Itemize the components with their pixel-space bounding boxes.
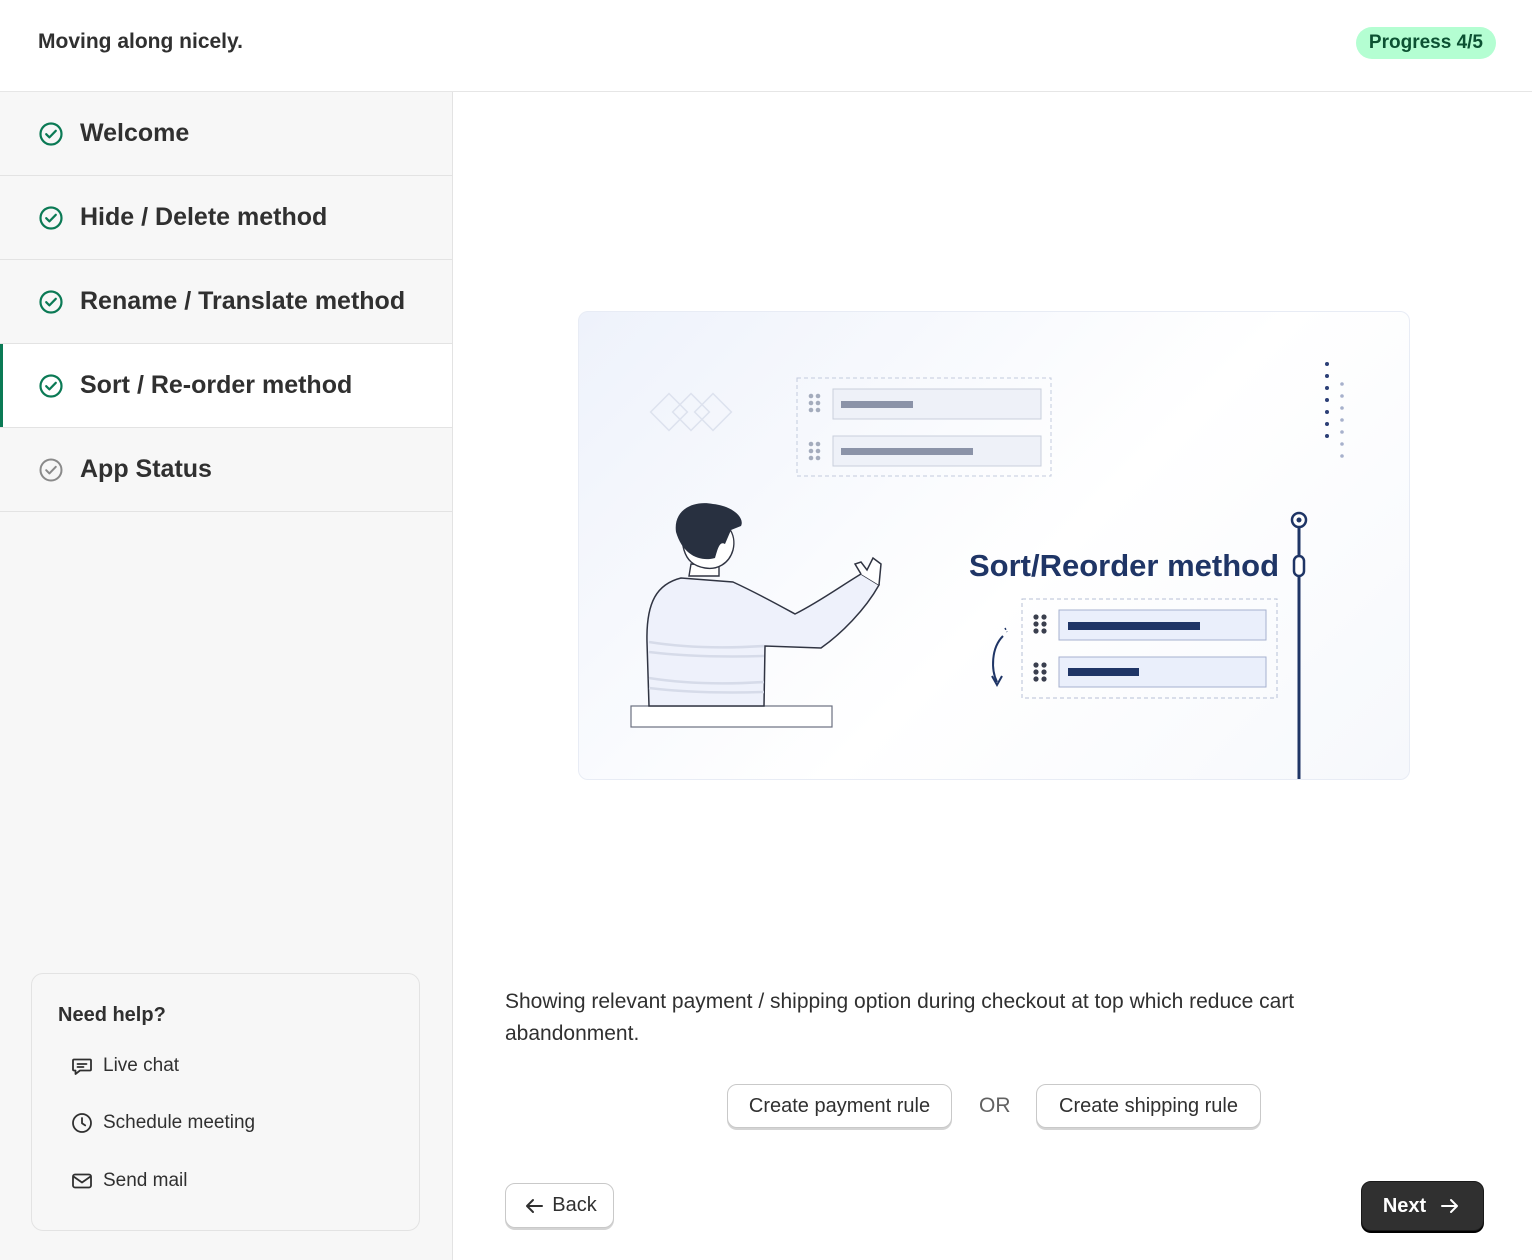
- schedule-meeting-label: Schedule meeting: [103, 1112, 256, 1133]
- sidebar-step-label: Rename / Translate method: [80, 287, 406, 315]
- check-circle-icon: [39, 289, 63, 314]
- step-description: Showing relevant payment / shipping opti…: [505, 990, 1295, 1045]
- illustration-graphic: Sort/Reorder method: [630, 362, 1344, 779]
- progress-badge: Progress 4/5: [1355, 27, 1496, 59]
- clock-icon: [72, 1113, 92, 1133]
- live-chat-link[interactable]: Live chat: [70, 1054, 179, 1078]
- sidebar-step-label: App Status: [80, 455, 212, 483]
- or-separator: OR: [979, 1094, 1011, 1117]
- page-title: Moving along nicely.: [38, 30, 243, 53]
- create-payment-rule-button[interactable]: Create payment rule: [727, 1084, 952, 1128]
- chat-icon: [72, 1058, 92, 1075]
- mail-icon: [72, 1173, 92, 1189]
- next-button[interactable]: Next: [1361, 1181, 1484, 1231]
- sort-reorder-illustration: Sort/Reorder method: [578, 311, 1410, 780]
- create-shipping-rule-button[interactable]: Create shipping rule: [1036, 1084, 1261, 1128]
- sidebar-step-label: Hide / Delete method: [80, 203, 328, 231]
- illustration-heading: Sort/Reorder method: [969, 548, 1279, 583]
- sidebar: Welcome Hide / Delete method Rename / Tr…: [0, 92, 453, 1260]
- back-button[interactable]: Back: [505, 1183, 614, 1228]
- check-circle-icon: [39, 121, 63, 146]
- next-label: Next: [1382, 1194, 1427, 1217]
- sidebar-step-hide-delete[interactable]: Hide / Delete method: [0, 176, 452, 260]
- send-mail-label: Send mail: [103, 1170, 188, 1191]
- sidebar-step-label: Welcome: [80, 119, 190, 147]
- main-content: Sort/Reorder method Showing relevant pay…: [454, 92, 1532, 1260]
- back-label: Back: [552, 1194, 597, 1216]
- sidebar-step-sort-reorder[interactable]: Sort / Re-order method: [0, 344, 452, 428]
- sidebar-step-app-status[interactable]: App Status: [0, 428, 452, 512]
- arrow-left-icon: [526, 1198, 544, 1213]
- arrow-right-icon: [1441, 1199, 1459, 1213]
- top-bar: Moving along nicely. Progress 4/5: [0, 0, 1532, 92]
- help-heading: Need help?: [58, 1004, 166, 1026]
- check-circle-icon: [39, 205, 63, 230]
- sidebar-step-welcome[interactable]: Welcome: [0, 92, 452, 176]
- send-mail-link[interactable]: Send mail: [70, 1169, 188, 1193]
- live-chat-label: Live chat: [103, 1055, 180, 1076]
- check-circle-icon: [39, 373, 63, 398]
- help-card: Need help? Live chat Schedule meeting Se…: [31, 973, 420, 1231]
- schedule-meeting-link[interactable]: Schedule meeting: [70, 1111, 255, 1135]
- sidebar-step-rename-translate[interactable]: Rename / Translate method: [0, 260, 452, 344]
- check-circle-outline-icon: [39, 458, 63, 481]
- sidebar-step-label: Sort / Re-order method: [80, 371, 353, 399]
